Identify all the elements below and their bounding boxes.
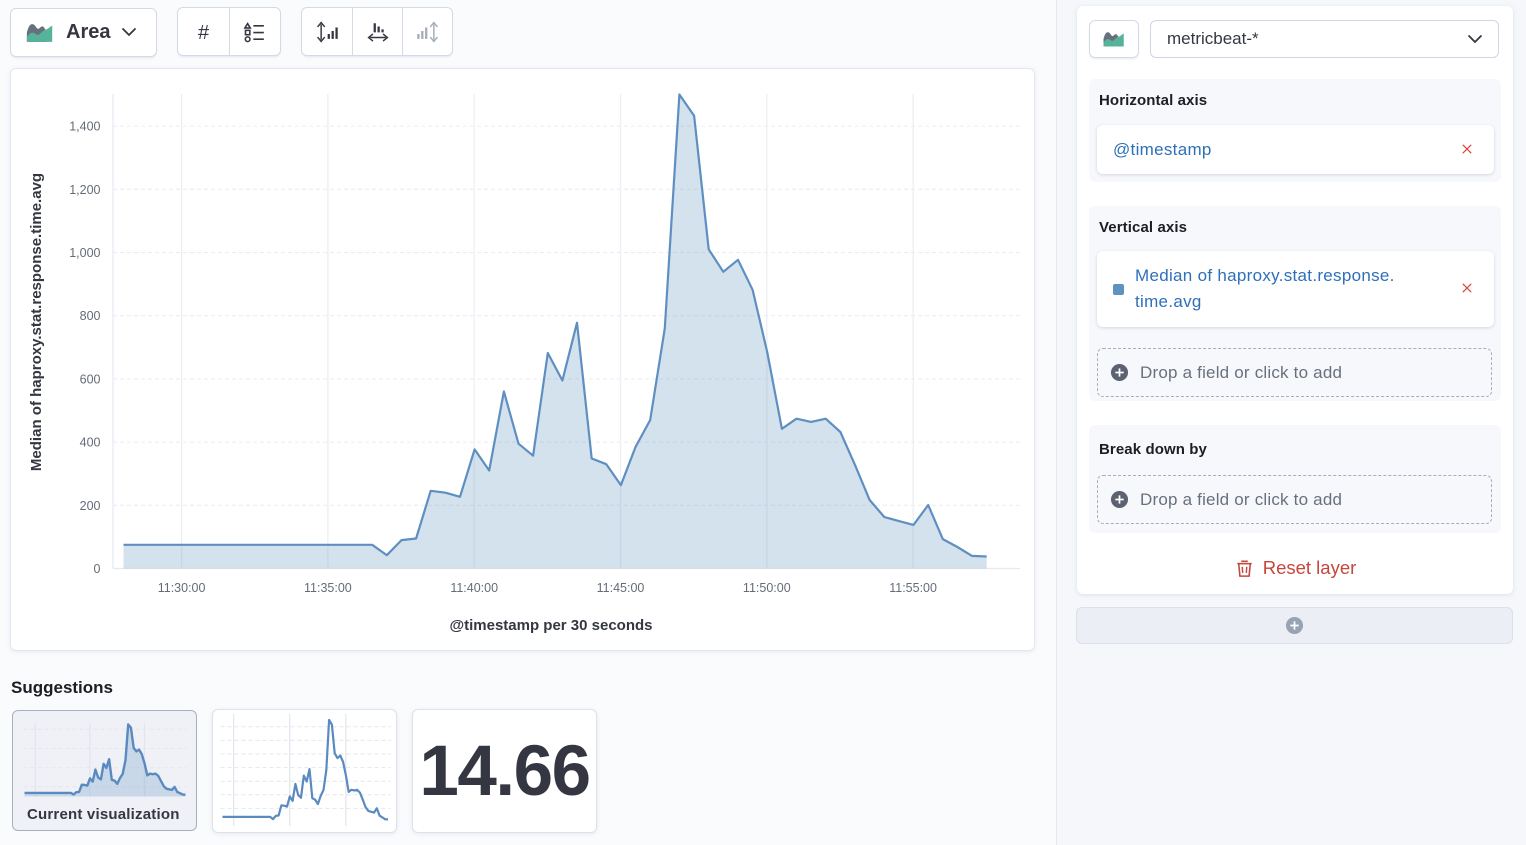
svg-text:1,000: 1,000	[69, 246, 100, 260]
svg-text:11:35:00: 11:35:00	[304, 581, 352, 595]
svg-text:200: 200	[80, 499, 101, 513]
svg-text:11:40:00: 11:40:00	[450, 581, 498, 595]
svg-text:11:55:00: 11:55:00	[889, 581, 937, 595]
svg-text:@timestamp per 30 seconds: @timestamp per 30 seconds	[449, 617, 652, 634]
svg-text:Median of haproxy.stat.respons: Median of haproxy.stat.response.time.avg	[28, 173, 45, 471]
svg-text:1,400: 1,400	[69, 120, 100, 134]
svg-text:600: 600	[80, 372, 101, 386]
svg-text:1,200: 1,200	[69, 183, 100, 197]
svg-text:11:30:00: 11:30:00	[158, 581, 206, 595]
svg-text:11:50:00: 11:50:00	[743, 581, 791, 595]
svg-text:11:45:00: 11:45:00	[597, 581, 645, 595]
svg-text:800: 800	[80, 309, 101, 323]
svg-text:0: 0	[94, 562, 101, 576]
svg-text:400: 400	[80, 436, 101, 450]
